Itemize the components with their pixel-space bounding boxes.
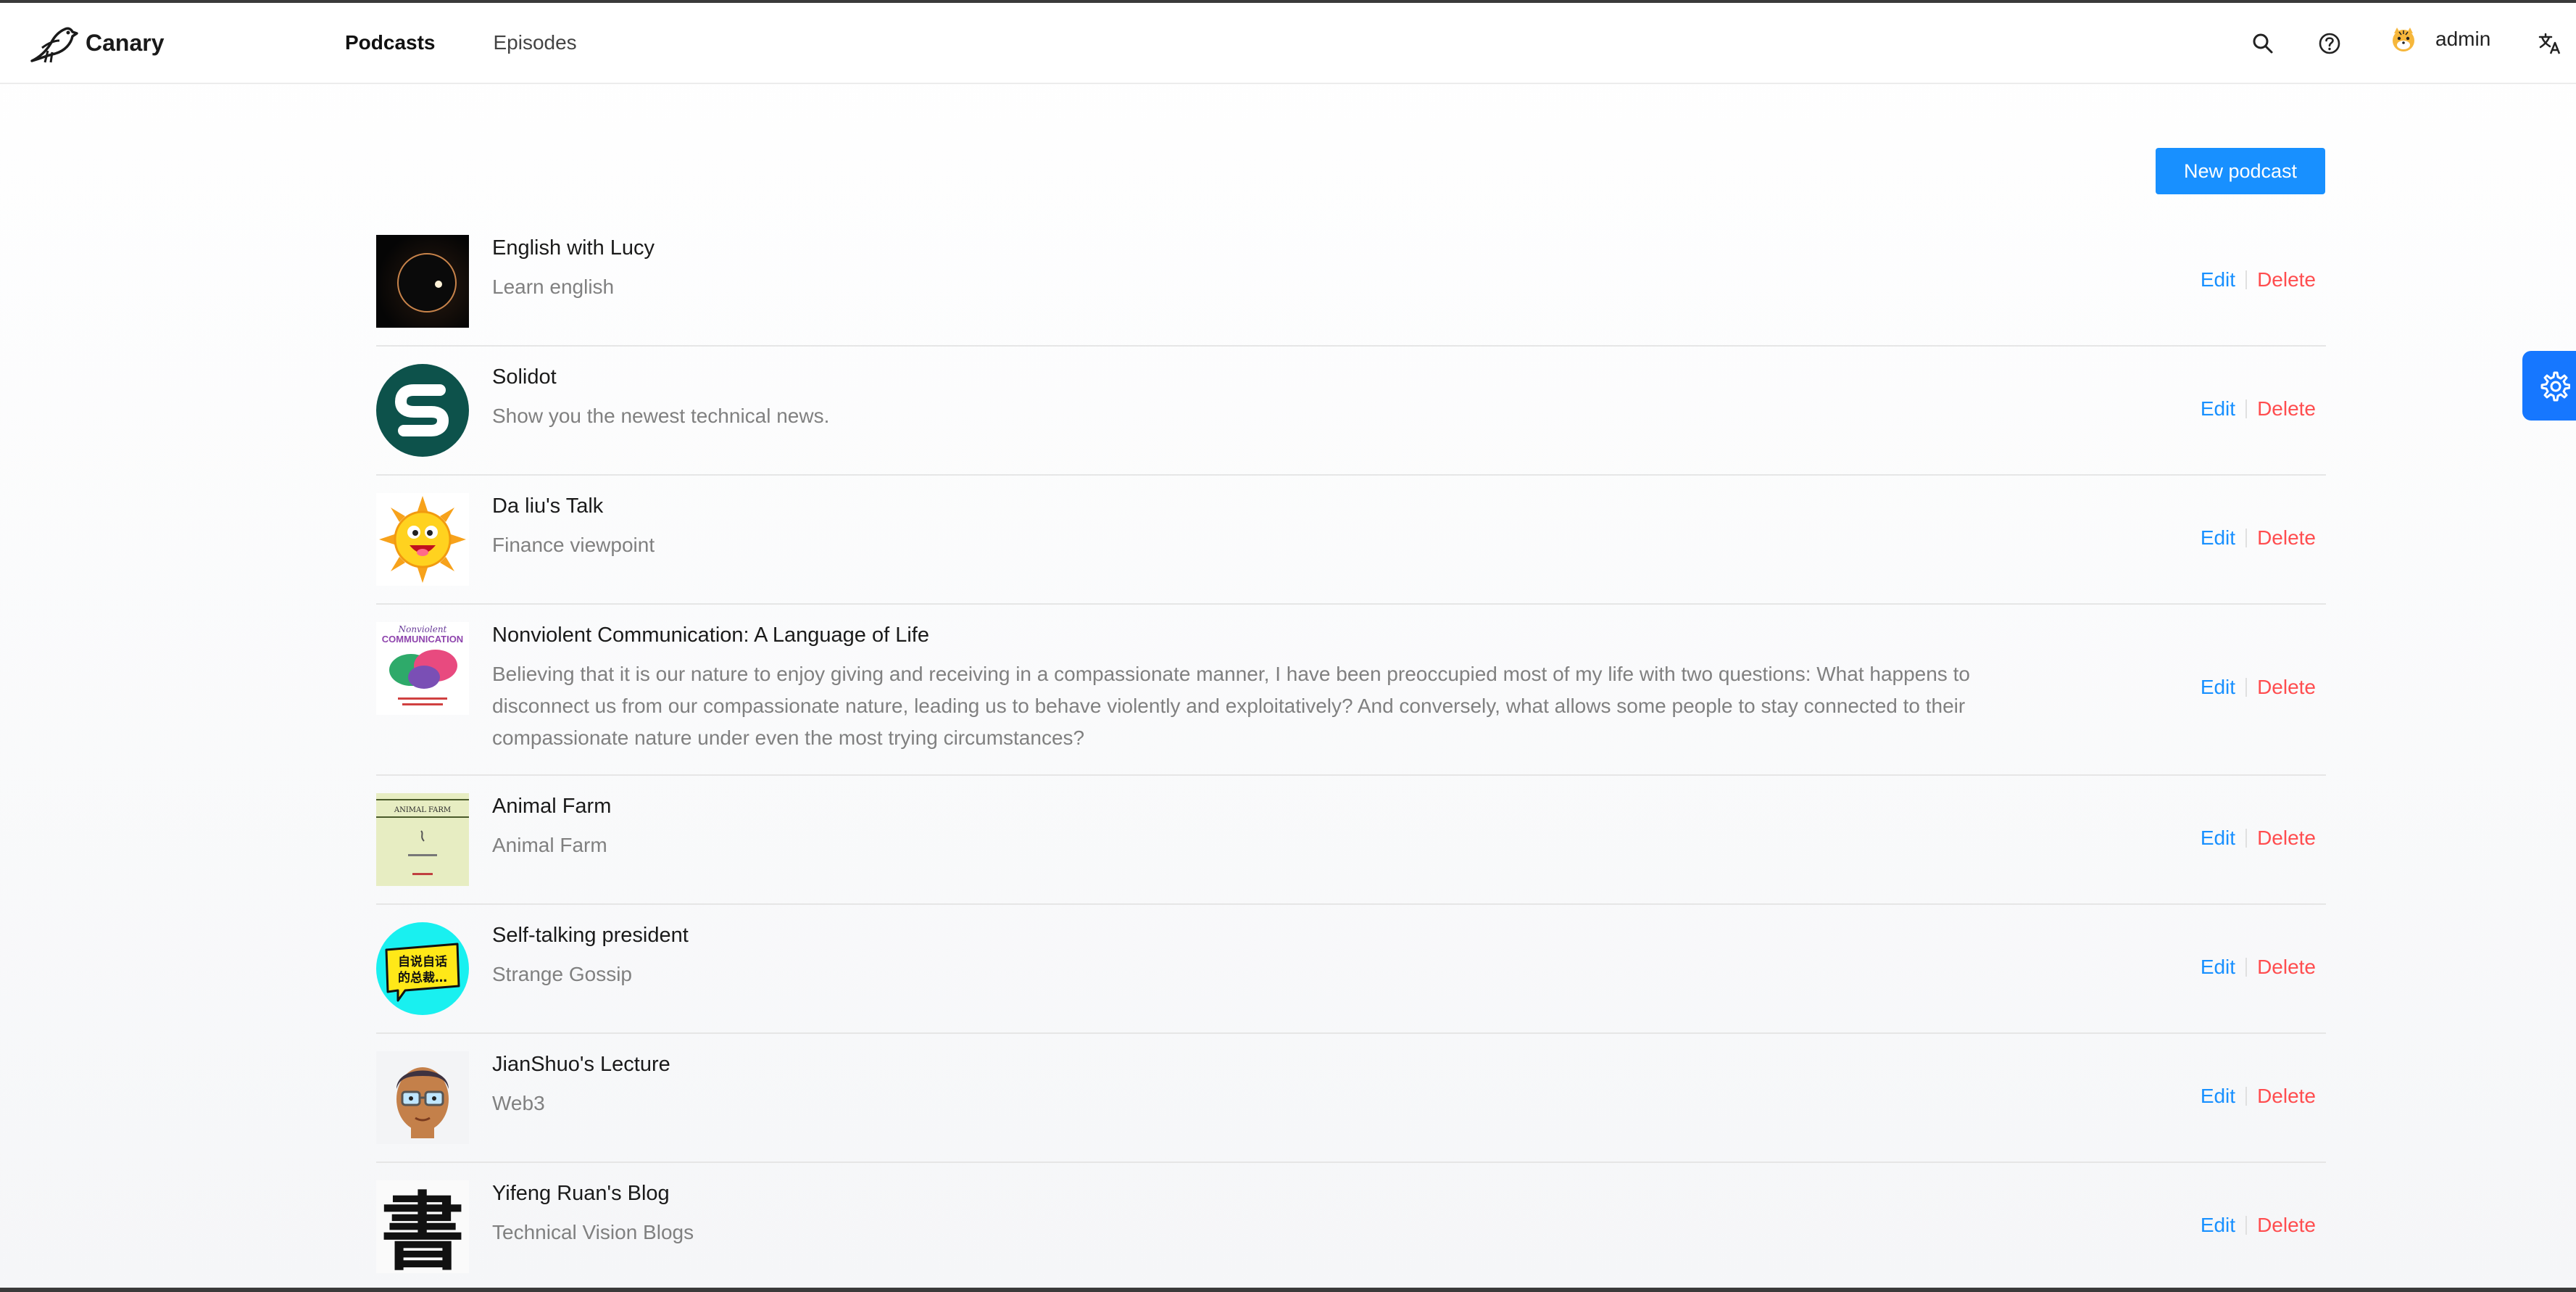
list-item: JianShuo's Lecture Web3 Edit Delete [376, 1034, 2326, 1163]
podcast-cover[interactable]: Nonviolent COMMUNICATION [376, 622, 469, 715]
podcast-description: Learn english [492, 276, 615, 298]
divider [2245, 1216, 2248, 1235]
delete-link[interactable]: Delete [2257, 526, 2316, 550]
divider [2245, 829, 2248, 848]
row-actions: Edit Delete [2201, 1085, 2316, 1108]
divider [2245, 529, 2248, 547]
podcast-cover[interactable]: 書 [376, 1180, 469, 1273]
list-item: ANIMAL FARM Animal Farm Animal Farm Edit… [376, 776, 2326, 905]
divider [2245, 678, 2248, 697]
tab-podcasts[interactable]: Podcasts [345, 31, 436, 54]
list-item: Da liu's Talk Finance viewpoint Edit Del… [376, 476, 2326, 605]
row-actions: Edit Delete [2201, 827, 2316, 850]
delete-link[interactable]: Delete [2257, 827, 2316, 850]
cover-text: 的总裁… [398, 970, 447, 985]
user-name: admin [2435, 28, 2491, 50]
podcast-cover[interactable] [376, 364, 469, 457]
edit-link[interactable]: Edit [2201, 268, 2235, 291]
help-icon[interactable] [2315, 29, 2344, 58]
list-item: Nonviolent COMMUNICATION Nonviolent Comm… [376, 605, 2326, 776]
edit-link[interactable]: Edit [2201, 676, 2235, 699]
podcast-description: Technical Vision Blogs [492, 1221, 694, 1243]
edit-link[interactable]: Edit [2201, 827, 2235, 850]
edit-link[interactable]: Edit [2201, 1085, 2235, 1108]
delete-link[interactable]: Delete [2257, 268, 2316, 291]
gear-icon [2540, 371, 2570, 402]
podcast-title[interactable]: Animal Farm [492, 795, 611, 819]
divider [2245, 399, 2248, 418]
cover-text: Nonviolent [398, 624, 447, 634]
podcast-description: Show you the newest technical news. [492, 405, 830, 427]
delete-link[interactable]: Delete [2257, 1214, 2316, 1237]
podcast-description: Animal Farm [492, 834, 607, 856]
app-logo[interactable]: Canary [26, 19, 165, 67]
delete-link[interactable]: Delete [2257, 956, 2316, 979]
row-actions: Edit Delete [2201, 397, 2316, 421]
edit-link[interactable]: Edit [2201, 526, 2235, 550]
divider [2245, 958, 2248, 977]
podcast-cover[interactable] [376, 493, 469, 586]
podcast-description: Believing that it is our nature to enjoy… [492, 663, 1970, 749]
edit-link[interactable]: Edit [2201, 956, 2235, 979]
podcast-cover[interactable]: ANIMAL FARM [376, 793, 469, 886]
divider [2245, 1087, 2248, 1106]
cover-text: 自说自话 [398, 954, 447, 969]
row-actions: Edit Delete [2201, 526, 2316, 550]
app-name: Canary [86, 29, 165, 56]
podcast-title[interactable]: JianShuo's Lecture [492, 1053, 670, 1077]
row-actions: Edit Delete [2201, 676, 2316, 699]
list-item: Solidot Show you the newest technical ne… [376, 347, 2326, 476]
podcast-title[interactable]: Yifeng Ruan's Blog [492, 1182, 670, 1206]
translate-icon[interactable] [2535, 29, 2564, 58]
row-actions: Edit Delete [2201, 268, 2316, 291]
list-item: 自说自话 的总裁… Self-talking president Strange… [376, 905, 2326, 1034]
list-item: 書 Yifeng Ruan's Blog Technical Vision Bl… [376, 1163, 2326, 1291]
podcast-title[interactable]: Da liu's Talk [492, 494, 603, 518]
delete-link[interactable]: Delete [2257, 397, 2316, 421]
podcast-description: Web3 [492, 1092, 545, 1114]
search-icon[interactable] [2248, 29, 2277, 58]
main-nav: Podcasts Episodes [345, 3, 635, 83]
new-podcast-button[interactable]: New podcast [2156, 148, 2325, 194]
delete-link[interactable]: Delete [2257, 676, 2316, 699]
podcast-title[interactable]: Solidot [492, 365, 557, 389]
podcast-title[interactable]: Self-talking president [492, 924, 689, 948]
top-header: Canary Podcasts Episodes admin [0, 3, 2576, 84]
podcast-list: English with Lucy Learn english Edit Del… [376, 218, 2326, 1291]
row-actions: Edit Delete [2201, 1214, 2316, 1237]
cover-text: 書 [381, 1183, 465, 1273]
cover-text: COMMUNICATION [382, 634, 463, 645]
canary-bird-icon [30, 27, 78, 63]
settings-drawer-button[interactable] [2522, 351, 2576, 421]
podcast-cover[interactable] [376, 235, 469, 328]
divider [2245, 270, 2248, 289]
podcast-title[interactable]: English with Lucy [492, 236, 655, 260]
edit-link[interactable]: Edit [2201, 397, 2235, 421]
podcast-title[interactable]: Nonviolent Communication: A Language of … [492, 624, 929, 647]
list-item: English with Lucy Learn english Edit Del… [376, 218, 2326, 347]
cover-text: ANIMAL FARM [394, 806, 451, 814]
user-menu[interactable]: admin [2389, 25, 2490, 54]
podcast-description: Strange Gossip [492, 963, 632, 985]
podcast-cover[interactable]: 自说自话 的总裁… [376, 922, 469, 1015]
window-bottom-edge [0, 1288, 2576, 1292]
podcast-cover[interactable] [376, 1051, 469, 1144]
edit-link[interactable]: Edit [2201, 1214, 2235, 1237]
row-actions: Edit Delete [2201, 956, 2316, 979]
delete-link[interactable]: Delete [2257, 1085, 2316, 1108]
podcast-description: Finance viewpoint [492, 534, 655, 556]
tab-episodes[interactable]: Episodes [494, 31, 577, 54]
avatar [2393, 28, 2414, 51]
